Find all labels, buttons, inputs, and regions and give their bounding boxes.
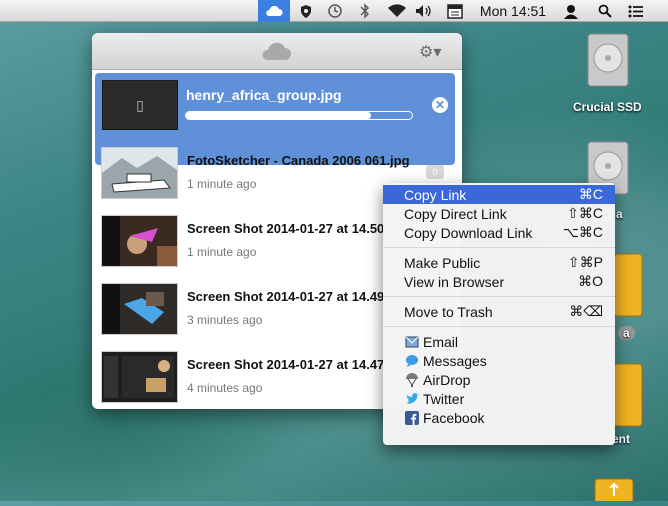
menu-item-email[interactable]: Email [383, 332, 615, 351]
menu-bar: Mon 14:51 [0, 0, 668, 22]
gear-icon[interactable]: ⚙▾ [419, 42, 441, 62]
item-title: Screen Shot 2014-01-27 at 14.47 [187, 357, 385, 372]
item-title: Screen Shot 2014-01-27 at 14.50 [187, 221, 385, 236]
menu-item-label: Make Public [404, 254, 481, 271]
menu-separator [383, 326, 615, 327]
menu-item-copy-direct-link[interactable]: Copy Direct Link ⇧⌘C [383, 204, 615, 223]
facebook-icon [404, 410, 419, 425]
upload-progress-bar [185, 111, 413, 120]
menu-item-copy-download-link[interactable]: Copy Download Link ⌥⌘C [383, 223, 615, 242]
external-drive-icon[interactable] [613, 363, 643, 432]
file-thumbnail: ▯ [102, 80, 178, 130]
item-time: 4 minutes ago [187, 381, 263, 395]
email-icon [404, 334, 419, 349]
menu-shortcut: ⇧⌘P [567, 254, 603, 270]
item-thumbnail [101, 351, 178, 403]
menu-shortcut: ⌥⌘C [562, 224, 603, 240]
calendar-icon[interactable] [444, 0, 466, 22]
menu-item-label: Email [423, 333, 459, 350]
menu-item-copy-link[interactable]: Copy Link ⌘C [383, 185, 615, 204]
menu-item-airdrop[interactable]: AirDrop [383, 370, 615, 389]
cancel-upload-icon[interactable]: ✕ [432, 97, 448, 113]
menu-item-label: Move to Trash [404, 303, 493, 320]
bluetooth-icon[interactable] [354, 0, 376, 22]
time-machine-icon[interactable] [324, 0, 346, 22]
usb-drive-icon[interactable] [594, 478, 634, 506]
menu-separator [383, 247, 615, 248]
item-thumbnail [101, 215, 178, 267]
menu-shortcut: ⌘⌫ [569, 303, 603, 319]
user-icon[interactable] [560, 0, 582, 22]
menu-item-label: Messages [423, 352, 487, 369]
menu-shortcut: ⌘C [578, 186, 603, 202]
cloudapp-icon[interactable] [258, 0, 290, 22]
menu-item-label: Copy Download Link [404, 224, 533, 241]
upload-progress-fill [186, 112, 372, 119]
volume-icon[interactable] [413, 0, 435, 22]
menu-item-label: Twitter [423, 390, 465, 407]
context-menu: Copy Link ⌘C Copy Direct Link ⇧⌘C Copy Dow… [383, 183, 615, 445]
panel-header: ⚙▾ [92, 33, 462, 70]
menu-item-view-in-browser[interactable]: View in Browser ⌘O [383, 272, 615, 291]
upload-filename: henry_africa_group.jpg [186, 87, 342, 103]
search-icon[interactable] [594, 0, 616, 22]
list-icon[interactable] [624, 0, 646, 22]
item-title: FotoSketcher - Canada 2006 061.jpg [187, 153, 410, 168]
menu-item-make-public[interactable]: Make Public ⇧⌘P [383, 253, 615, 272]
item-time: 1 minute ago [187, 177, 257, 191]
wifi-icon[interactable] [384, 0, 410, 22]
drive-label[interactable]: a [616, 207, 623, 221]
menu-item-label: View in Browser [404, 273, 505, 290]
item-title: Screen Shot 2014-01-27 at 14.49 [187, 289, 385, 304]
drive-label[interactable]: a [618, 326, 635, 340]
drive-icon[interactable] [585, 32, 631, 93]
item-time: 1 minute ago [187, 245, 257, 259]
menubar-clock[interactable]: Mon 14:51 [474, 0, 552, 22]
menu-item-messages[interactable]: Messages [383, 351, 615, 370]
document-icon: ▯ [136, 96, 144, 113]
twitter-icon [404, 391, 419, 406]
shield-icon[interactable] [296, 0, 316, 22]
menu-item-facebook[interactable]: Facebook [383, 408, 615, 427]
menu-shortcut: ⌘O [578, 273, 603, 289]
menu-separator [383, 296, 615, 297]
drive-label[interactable]: Crucial SSD [573, 100, 642, 114]
item-thumbnail [101, 147, 178, 199]
menu-item-twitter[interactable]: Twitter [383, 389, 615, 408]
external-drive-icon[interactable] [613, 253, 643, 322]
menu-item-label: Copy Link [404, 186, 467, 203]
menu-item-label: Facebook [423, 409, 485, 426]
menu-item-label: AirDrop [423, 371, 471, 388]
item-time: 3 minutes ago [187, 313, 263, 327]
airdrop-icon [404, 372, 419, 387]
item-thumbnail [101, 283, 178, 335]
view-count-badge: 0 [426, 165, 444, 179]
cloud-icon [260, 41, 292, 66]
menu-item-label: Copy Direct Link [404, 205, 507, 222]
menu-shortcut: ⇧⌘C [567, 205, 603, 221]
menu-item-move-to-trash[interactable]: Move to Trash ⌘⌫ [383, 302, 615, 321]
messages-icon [404, 353, 419, 368]
